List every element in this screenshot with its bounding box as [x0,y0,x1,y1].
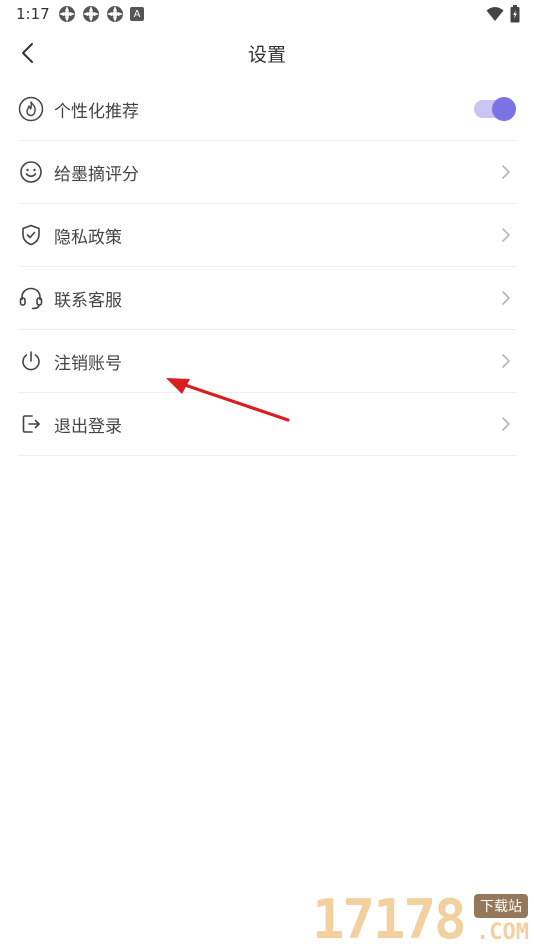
watermark-logo: 17178 下载站 .COM [310,888,534,950]
flame-icon [18,96,44,122]
settings-list: 个性化推荐 给墨摘评分 隐私政策 联系客服 注销账号 退出登录 [18,78,516,456]
watermark-suffix: .COM [476,920,529,945]
settings-row-logout[interactable]: 退出登录 [18,393,516,456]
chevron-right-icon [498,227,514,243]
settings-row-label: 退出登录 [54,416,122,437]
nav-bar: 设置 [0,28,534,78]
settings-row-label: 隐私政策 [54,227,122,248]
watermark-digits: 17178 [312,888,467,951]
page-title: 设置 [247,44,286,66]
headset-icon [18,285,44,311]
app-notification-icon [83,6,99,22]
watermark-badge: 下载站 [474,894,528,918]
chevron-right-icon [498,416,514,432]
personalized-recommendation-toggle[interactable] [474,97,516,121]
shield-check-icon [18,222,44,248]
chevron-right-icon [498,353,514,369]
chevron-right-icon [498,290,514,306]
app-notification-icon [107,6,123,22]
toggle-knob [492,97,516,121]
status-time: 1:17 [16,5,50,23]
settings-row-label: 注销账号 [54,353,122,374]
settings-row-label: 联系客服 [54,290,122,311]
settings-row-rate-app[interactable]: 给墨摘评分 [18,141,516,204]
smile-icon [18,159,44,185]
logout-icon [18,411,44,437]
battery-icon [510,5,520,23]
chevron-right-icon [498,164,514,180]
system-icons [486,5,520,23]
settings-row-deactivate-account[interactable]: 注销账号 [18,330,516,393]
app-notification-icon [59,6,75,22]
power-icon [18,348,44,374]
settings-row-privacy-policy[interactable]: 隐私政策 [18,204,516,267]
wifi-icon [486,7,504,21]
settings-row-customer-service[interactable]: 联系客服 [18,267,516,330]
settings-row-label: 给墨摘评分 [54,164,139,185]
settings-row-label: 个性化推荐 [54,101,139,122]
status-bar: 1:17 A [0,0,534,28]
settings-row-personalized-recommendation: 个性化推荐 [18,78,516,141]
a-badge-icon: A [130,7,144,21]
notification-icons: A [58,5,144,23]
